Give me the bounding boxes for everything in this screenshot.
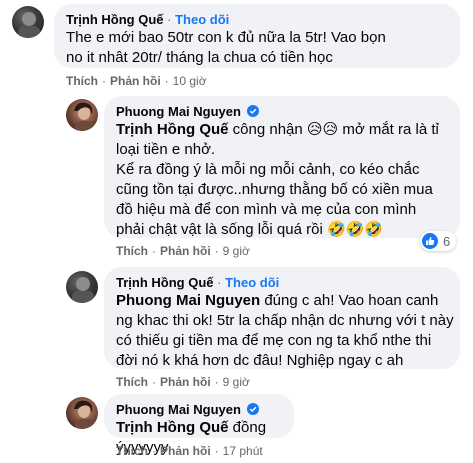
reply-button[interactable]: Phản hồi [110, 74, 161, 88]
comment-author[interactable]: Trịnh Hồng Quế [116, 275, 214, 290]
comment-actions: Thích · Phản hồi · 17 phút [116, 444, 263, 458]
separator-dot: · [167, 12, 172, 27]
comment-author[interactable]: Phuong Mai Nguyen [116, 104, 241, 119]
avatar-photo-icon [72, 277, 94, 303]
reply-button[interactable]: Phản hồi [160, 444, 211, 458]
verified-badge-icon [246, 105, 259, 117]
avatar[interactable] [66, 397, 98, 429]
comment-text: Trịnh Hồng Quế công nhận 😥😥 mở mắt ra là… [116, 120, 446, 160]
avatar[interactable] [66, 99, 98, 131]
comment-bubble: Trịnh Hồng Quế · Theo dõi Phuong Mai Ngu… [104, 267, 460, 369]
follow-button[interactable]: Theo dõi [225, 275, 279, 290]
reaction-summary[interactable]: 6 [420, 231, 457, 251]
comment-bubble: Trịnh Hồng Quế · Theo dõi The e mới bao … [54, 4, 460, 68]
comment-time[interactable]: 9 giờ [223, 244, 250, 258]
comment-actions: Thích · Phản hồi · 10 giờ [66, 74, 207, 88]
comment-actions: Thích · Phản hồi · 9 giờ [116, 375, 250, 389]
comment-time[interactable]: 17 phút [223, 444, 263, 458]
avatar-photo-icon [74, 400, 95, 429]
comment-text: The e mới bao 50tr con k đủ nữa la 5tr! … [66, 29, 386, 66]
comment-text-paragraph: Kể ra đồng ý là mỗi ng mỗi cảnh, co kéo … [116, 161, 433, 238]
comment-author[interactable]: Trịnh Hồng Quế [66, 12, 164, 27]
like-thumb-icon [422, 233, 438, 249]
mention-link[interactable]: Phuong Mai Nguyen [116, 292, 260, 309]
follow-button[interactable]: Theo dõi [175, 12, 229, 27]
mention-link[interactable]: Trịnh Hồng Quế [116, 121, 229, 138]
mention-link[interactable]: Trịnh Hồng Quế [116, 419, 229, 436]
comment-actions: Thích · Phản hồi · 9 giờ [116, 244, 250, 258]
comment-header: Phuong Mai Nguyen [116, 401, 282, 418]
verified-badge-icon [246, 403, 259, 415]
comment-time[interactable]: 9 giờ [223, 375, 250, 389]
like-button[interactable]: Thích [116, 375, 148, 389]
comment-author[interactable]: Phuong Mai Nguyen [116, 402, 241, 417]
comment-bubble: Phuong Mai Nguyen Trịnh Hồng Quế đồng ýy… [104, 394, 294, 456]
avatar-photo-icon [74, 102, 95, 131]
reaction-count: 6 [443, 233, 451, 249]
comment-text: Phuong Mai Nguyen đúng c ah! Vao hoan ca… [116, 291, 454, 371]
separator-dot: · [217, 275, 222, 290]
reply-button[interactable]: Phản hồi [160, 375, 211, 389]
like-button[interactable]: Thích [116, 444, 148, 458]
comment-time[interactable]: 10 giờ [173, 74, 207, 88]
comment-header: Phuong Mai Nguyen [116, 103, 448, 120]
avatar-photo-icon [18, 12, 40, 38]
reply-button[interactable]: Phản hồi [160, 244, 211, 258]
comment-header: Trịnh Hồng Quế · Theo dõi [116, 274, 448, 291]
like-button[interactable]: Thích [66, 74, 98, 88]
avatar[interactable] [66, 271, 98, 303]
comment-header: Trịnh Hồng Quế · Theo dõi [66, 11, 448, 28]
like-button[interactable]: Thích [116, 244, 148, 258]
avatar[interactable] [12, 6, 44, 38]
comment-bubble: Phuong Mai Nguyen Trịnh Hồng Quế công nh… [104, 96, 460, 238]
